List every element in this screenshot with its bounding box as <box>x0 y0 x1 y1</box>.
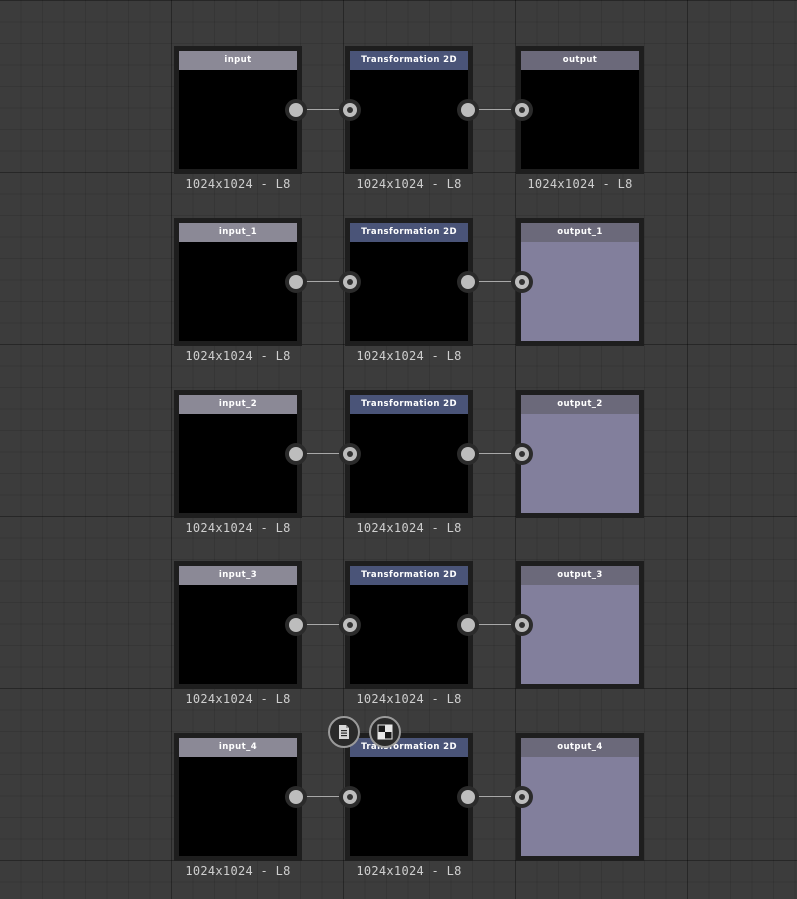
node-title: output_2 <box>521 395 639 414</box>
input-node[interactable]: input_3 <box>174 561 302 689</box>
node-info-label: 1024x1024 - L8 <box>356 349 462 363</box>
node-title: Transformation 2D <box>350 738 468 757</box>
input-port[interactable] <box>511 99 533 121</box>
output-port[interactable] <box>457 271 479 293</box>
input-port[interactable] <box>339 99 361 121</box>
node-thumbnail <box>350 70 468 169</box>
node-title: Transformation 2D <box>350 223 468 242</box>
node-thumbnail <box>521 70 639 169</box>
node-row: input_1 Transformation 2D output_1 1024x… <box>0 218 797 368</box>
node-info-label: 1024x1024 - L8 <box>356 177 462 191</box>
node-title: input_2 <box>179 395 297 414</box>
node-info-label: 1024x1024 - L8 <box>356 864 462 878</box>
output-port[interactable] <box>285 786 307 808</box>
input-port[interactable] <box>511 614 533 636</box>
transformation-node[interactable]: Transformation 2D <box>345 390 473 518</box>
input-port[interactable] <box>339 271 361 293</box>
connection-wire <box>476 624 516 625</box>
input-port[interactable] <box>511 271 533 293</box>
connection-wire <box>476 281 516 282</box>
input-port[interactable] <box>511 786 533 808</box>
output-port[interactable] <box>285 271 307 293</box>
document-button[interactable] <box>328 716 360 748</box>
node-row: input_3 Transformation 2D output_3 1024x… <box>0 561 797 711</box>
node-title: Transformation 2D <box>350 395 468 414</box>
output-node[interactable]: output_1 <box>516 218 644 346</box>
node-thumbnail <box>179 757 297 856</box>
node-title: Transformation 2D <box>350 51 468 70</box>
node-thumbnail <box>350 414 468 513</box>
node-thumbnail <box>521 242 639 341</box>
output-port[interactable] <box>457 786 479 808</box>
input-node[interactable]: input_4 <box>174 733 302 861</box>
connection-wire <box>476 109 516 110</box>
transformation-node[interactable]: Transformation 2D <box>345 46 473 174</box>
node-thumbnail <box>350 242 468 341</box>
node-graph-canvas[interactable]: input Transformation 2D output 1024x1024… <box>0 0 797 899</box>
node-title: Transformation 2D <box>350 566 468 585</box>
input-port[interactable] <box>339 614 361 636</box>
node-thumbnail <box>179 585 297 684</box>
transformation-node[interactable]: Transformation 2D <box>345 561 473 689</box>
transformation-node[interactable]: Transformation 2D <box>345 733 473 861</box>
input-port[interactable] <box>339 786 361 808</box>
node-row: input_4 Transformation 2D output_4 1024x… <box>0 733 797 883</box>
node-thumbnail <box>521 585 639 684</box>
connection-wire <box>476 453 516 454</box>
output-port[interactable] <box>457 99 479 121</box>
node-title: input_3 <box>179 566 297 585</box>
transformation-node[interactable]: Transformation 2D <box>345 218 473 346</box>
input-node[interactable]: input_1 <box>174 218 302 346</box>
node-row: input Transformation 2D output 1024x1024… <box>0 46 797 196</box>
node-thumbnail <box>179 70 297 169</box>
output-node[interactable]: output_4 <box>516 733 644 861</box>
node-thumbnail <box>179 414 297 513</box>
output-port[interactable] <box>457 614 479 636</box>
node-thumbnail <box>521 757 639 856</box>
output-node[interactable]: output <box>516 46 644 174</box>
output-port[interactable] <box>285 99 307 121</box>
output-node[interactable]: output_2 <box>516 390 644 518</box>
node-title: output_4 <box>521 738 639 757</box>
node-title: input <box>179 51 297 70</box>
input-node[interactable]: input <box>174 46 302 174</box>
input-port[interactable] <box>511 443 533 465</box>
node-thumbnail <box>521 414 639 513</box>
output-port[interactable] <box>457 443 479 465</box>
node-info-label: 1024x1024 - L8 <box>356 521 462 535</box>
node-info-label: 1024x1024 - L8 <box>527 177 633 191</box>
checker-icon <box>377 724 393 740</box>
node-title: output_3 <box>521 566 639 585</box>
node-title: input_1 <box>179 223 297 242</box>
node-info-label: 1024x1024 - L8 <box>185 692 291 706</box>
input-node[interactable]: input_2 <box>174 390 302 518</box>
output-node[interactable]: output_3 <box>516 561 644 689</box>
connection-wire <box>476 796 516 797</box>
node-info-label: 1024x1024 - L8 <box>185 521 291 535</box>
node-row: input_2 Transformation 2D output_2 1024x… <box>0 390 797 540</box>
node-thumbnail <box>350 585 468 684</box>
node-info-label: 1024x1024 - L8 <box>185 864 291 878</box>
node-info-label: 1024x1024 - L8 <box>185 349 291 363</box>
checker-button[interactable] <box>369 716 401 748</box>
input-port[interactable] <box>339 443 361 465</box>
output-port[interactable] <box>285 614 307 636</box>
output-port[interactable] <box>285 443 307 465</box>
node-title: output <box>521 51 639 70</box>
document-icon <box>339 725 349 739</box>
node-thumbnail <box>179 242 297 341</box>
node-title: output_1 <box>521 223 639 242</box>
node-info-label: 1024x1024 - L8 <box>356 692 462 706</box>
node-info-label: 1024x1024 - L8 <box>185 177 291 191</box>
node-thumbnail <box>350 757 468 856</box>
node-title: input_4 <box>179 738 297 757</box>
